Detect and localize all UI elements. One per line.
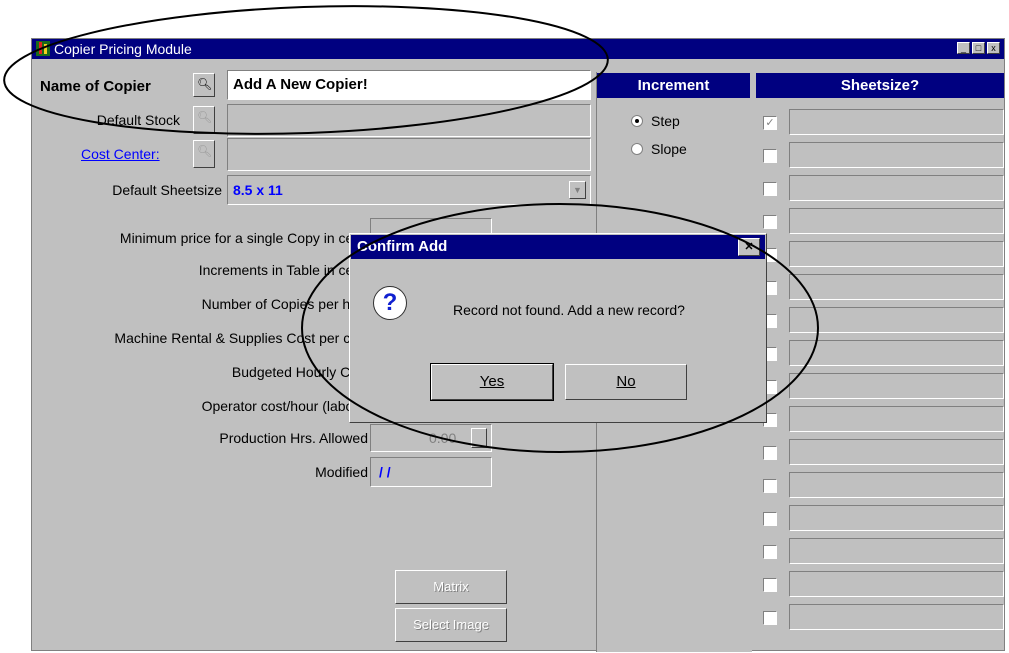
annotation-overlay	[3, 5, 819, 453]
annotation-ellipse-name	[3, 5, 609, 135]
annotation-ellipse-dialog	[301, 203, 819, 453]
